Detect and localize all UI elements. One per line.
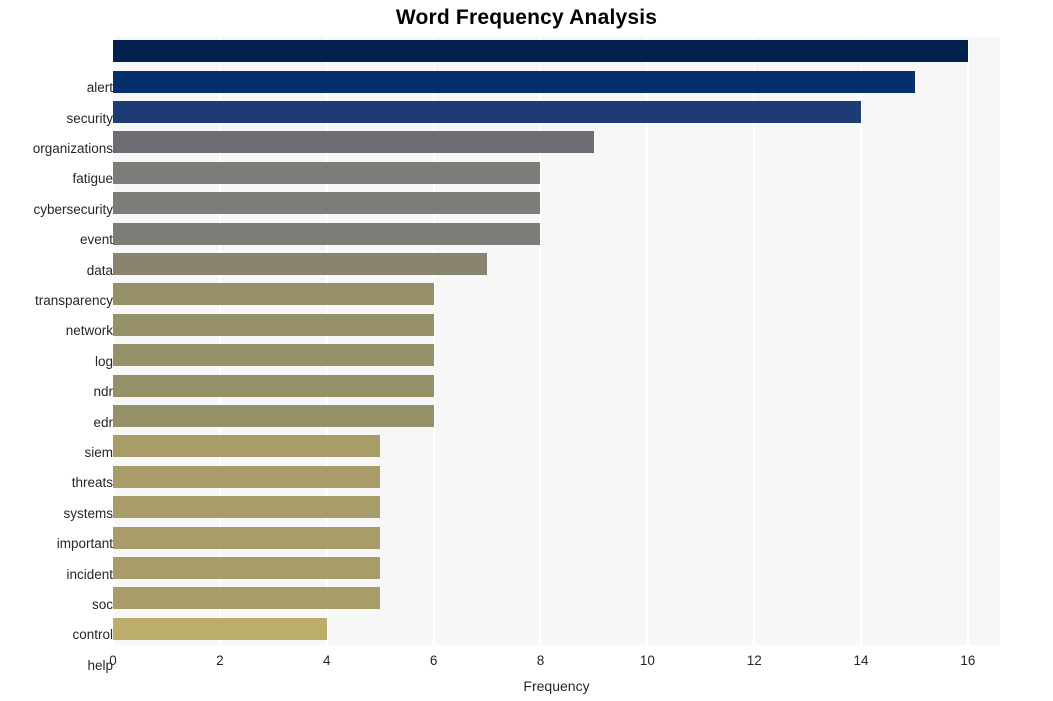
y-tick-label-incident: incident [66, 566, 113, 582]
x-tick-label-12: 12 [746, 653, 762, 668]
x-axis-title: Frequency [523, 678, 590, 694]
y-tick-label-network: network [65, 323, 113, 339]
y-tick-label-edr: edr [93, 414, 113, 430]
bar-incident[interactable] [113, 526, 381, 549]
bar-row [113, 402, 1000, 431]
y-axis-labels: alert security organizations fatigue cyberse… [18, 74, 113, 682]
y-tick-label-log: log [94, 353, 113, 369]
bar-data[interactable] [113, 222, 541, 245]
bar-row [113, 250, 1000, 279]
x-tick-label-4: 4 [322, 653, 331, 668]
bar-control[interactable] [113, 587, 381, 610]
bar-row [113, 37, 1000, 66]
bar-siem[interactable] [113, 404, 434, 427]
y-tick-label-siem: siem [84, 445, 113, 460]
word-frequency-chart: Word Frequency Analysis alert security org… [0, 0, 1053, 701]
bar-soc[interactable] [113, 556, 381, 579]
y-tick-label-threats: threats [71, 475, 113, 491]
bar-ndr[interactable] [113, 344, 434, 367]
x-tick-label-8: 8 [536, 653, 545, 668]
y-tick-label-control: control [72, 627, 113, 643]
bar-organizations[interactable] [113, 100, 862, 123]
bar-event[interactable] [113, 192, 541, 215]
y-tick-label-event: event [79, 232, 113, 248]
bar-alert[interactable] [113, 40, 968, 63]
bar-row [113, 159, 1000, 188]
bar-row [113, 493, 1000, 522]
bar-edr[interactable] [113, 374, 434, 397]
y-tick-label-alert: alert [86, 80, 113, 96]
bar-row [113, 341, 1000, 370]
y-tick-label-data: data [86, 262, 113, 278]
y-tick-label-security: security [66, 110, 113, 126]
x-tick-label-10: 10 [639, 653, 655, 668]
bar-row [113, 98, 1000, 127]
y-tick-label-systems: systems [63, 505, 113, 521]
bar-row [113, 311, 1000, 340]
x-tick-label-14: 14 [853, 653, 869, 668]
y-tick-label-transparency: transparency [34, 293, 113, 308]
bar-help[interactable] [113, 617, 327, 640]
bar-row [113, 463, 1000, 492]
y-tick-label-important: important [56, 536, 113, 552]
bar-row [113, 523, 1000, 552]
bar-row [113, 67, 1000, 96]
x-tick-label-16: 16 [960, 653, 976, 668]
bar-row [113, 432, 1000, 461]
chart-title: Word Frequency Analysis [395, 6, 658, 29]
bar-row [113, 554, 1000, 583]
x-tick-label-0: 0 [109, 653, 117, 668]
y-tick-label-organizations: organizations [32, 141, 113, 156]
bar-fatigue[interactable] [113, 131, 594, 154]
bar-log[interactable] [113, 313, 434, 336]
bar-row [113, 584, 1000, 613]
bar-threats[interactable] [113, 435, 381, 458]
y-tick-label-fatigue: fatigue [72, 171, 113, 187]
bar-row [113, 189, 1000, 218]
bar-transparency[interactable] [113, 252, 488, 275]
x-axis: 0 2 4 6 8 10 12 14 16 Frequency [109, 645, 1000, 701]
x-tick-label-2: 2 [216, 653, 224, 668]
bar-cybersecurity[interactable] [113, 161, 541, 184]
y-tick-label-cybersecurity: cybersecurity [33, 201, 113, 217]
bar-row [113, 128, 1000, 157]
bar-network[interactable] [113, 283, 434, 306]
bar-row [113, 219, 1000, 248]
bar-row [113, 280, 1000, 309]
bar-systems[interactable] [113, 465, 381, 488]
bar-security[interactable] [113, 70, 915, 93]
x-tick-label-6: 6 [429, 653, 438, 668]
y-tick-label-soc: soc [91, 597, 113, 612]
bar-row [113, 615, 1000, 644]
bar-row [113, 371, 1000, 400]
plot-area: alert security organizations fatigue cyberse… [33, 37, 1000, 673]
y-tick-label-ndr: ndr [93, 384, 113, 400]
bar-important[interactable] [113, 496, 381, 519]
